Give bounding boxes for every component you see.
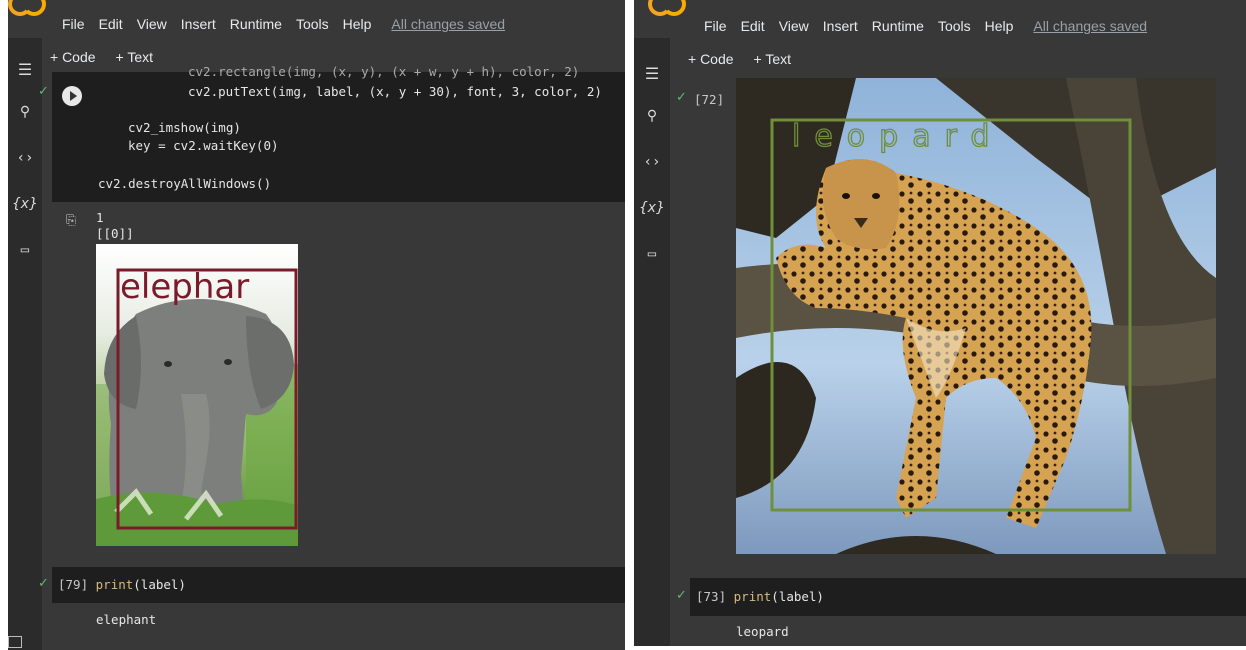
cell-executed-check-icon: ✓ [676,588,687,603]
code-cell[interactable]: cv2.rectangle(img, (x, y), (x + w, y + h… [52,64,625,202]
menu-insert[interactable]: Insert [823,18,858,34]
menu-tools[interactable]: Tools [296,16,329,32]
code-icon[interactable]: ‹› [8,150,42,166]
left-notebook-panel: File Edit View Insert Runtime Tools Help… [8,0,625,650]
code-icon[interactable]: ‹› [634,154,670,170]
menu-runtime[interactable]: Runtime [872,18,924,34]
menu-runtime[interactable]: Runtime [230,16,282,32]
run-cell-button[interactable] [62,86,82,106]
leopard-output-image: leopard [736,78,1216,554]
cell-executed-check-icon: ✓ [38,84,49,99]
add-text-button[interactable]: + Text [754,51,792,67]
right-notebook-panel: File Edit View Insert Runtime Tools Help… [634,0,1246,646]
menu-bar: File Edit View Insert Runtime Tools Help… [704,12,1161,40]
folder-icon[interactable]: ▭ [8,242,42,258]
colab-logo[interactable] [8,0,46,16]
sidebar: ☰ ⚲ ‹› {x} ▭ [8,38,42,650]
menu-icon[interactable]: ☰ [8,60,42,79]
menu-help[interactable]: Help [343,16,372,32]
add-text-button[interactable]: + Text [116,49,154,65]
code-line: cv2_imshow(img) [128,120,241,135]
print-cell-code: [73] print(label) [696,589,824,604]
cell-executed-check-icon: ✓ [38,576,49,591]
menu-tools[interactable]: Tools [938,18,971,34]
terminal-icon[interactable] [8,636,22,648]
save-status-link[interactable]: All changes saved [391,16,505,32]
menu-edit[interactable]: Edit [741,18,765,34]
elephant-output-image: elephar [96,244,298,546]
menu-view[interactable]: View [779,18,809,34]
code-line: cv2.rectangle(img, (x, y), (x + w, y + h… [188,64,580,79]
code-line: key = cv2.waitKey(0) [128,138,279,153]
search-icon[interactable]: ⚲ [634,108,670,124]
cell-executed-check-icon: ✓ [676,90,687,105]
add-code-button[interactable]: + Code [50,49,96,65]
cell-toolbar: + Code + Text [50,42,173,72]
code-arg: (label) [133,577,186,592]
print-code-cell[interactable]: [73] print(label) [690,578,1246,616]
output-line: [[0]] [96,226,134,241]
elephant-label-overlay: elephar [120,267,249,307]
code-arg: (label) [771,589,824,604]
menu-insert[interactable]: Insert [181,16,216,32]
menu-edit[interactable]: Edit [99,16,123,32]
variables-icon[interactable]: {x} [8,196,42,212]
code-line: cv2.putText(img, label, (x, y + 30), fon… [188,84,602,99]
menu-bar: File Edit View Insert Runtime Tools Help… [62,10,519,38]
exec-count: [79] [58,577,89,592]
exec-count: [73] [696,589,727,604]
menu-file[interactable]: File [62,16,85,32]
save-status-link[interactable]: All changes saved [1033,18,1147,34]
folder-icon[interactable]: ▭ [634,246,670,262]
code-fn: print [733,589,772,604]
print-cell-code: [79] print(label) [58,577,186,592]
search-icon[interactable]: ⚲ [8,104,42,120]
code-line: cv2.destroyAllWindows() [98,176,272,191]
print-code-cell[interactable]: [79] print(label) [52,567,625,603]
output-line: 1 [96,210,104,225]
output-icon[interactable]: ⎘ [66,212,76,228]
sidebar: ☰ ⚲ ‹› {x} ▭ [634,38,670,646]
print-output: elephant [96,612,157,627]
print-output: leopard [736,624,789,639]
variables-icon[interactable]: {x} [634,200,670,216]
code-fn: print [95,577,134,592]
add-code-button[interactable]: + Code [688,51,734,67]
menu-help[interactable]: Help [985,18,1014,34]
colab-logo[interactable] [648,0,686,16]
menu-file[interactable]: File [704,18,727,34]
exec-count: [72] [694,92,725,107]
cell-toolbar: + Code + Text [688,44,811,74]
menu-view[interactable]: View [137,16,167,32]
menu-icon[interactable]: ☰ [634,64,670,83]
leopard-label-overlay: leopard [792,119,1003,154]
